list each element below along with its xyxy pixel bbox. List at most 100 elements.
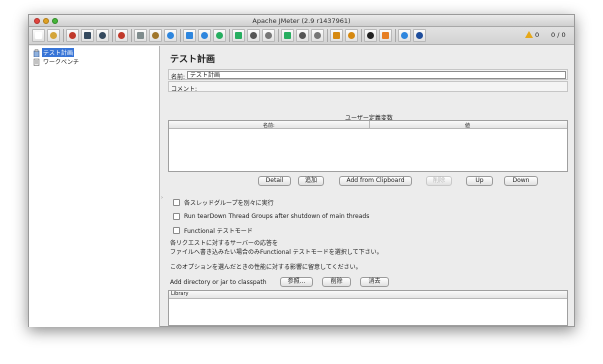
functional-mode-description: ファイルへ書き込みたい場合のみFunctional テストモードを選択して下さい… [170,249,383,256]
remote-start-icon [284,32,291,39]
classpath-label: Add directory or jar to classpath [170,279,267,286]
open-icon [69,32,76,39]
test-plan-panel: テスト計画 名前: テスト計画 コメント: ユーザー定義変数 名前: 値 Det… [166,46,572,327]
performance-note: このオプションを選んだときの性能に対する影響に留意してください。 [170,264,362,271]
warning-icon[interactable] [525,31,533,38]
browse-button[interactable]: 参照... [280,277,313,287]
function-helper-icon [401,32,408,39]
toolbar-separator [180,29,181,42]
collapse-button[interactable] [183,29,196,42]
clear-button[interactable] [330,29,343,42]
save-icon [84,32,91,39]
delete-button[interactable]: 削除 [426,176,452,186]
checkbox[interactable] [173,213,180,220]
library-column-header[interactable]: Library [169,291,567,299]
open-button[interactable] [66,29,79,42]
name-label: 名前: [171,74,186,81]
help-icon [416,32,423,39]
stop-icon [250,32,257,39]
cut-button[interactable] [115,29,128,42]
detail-button[interactable]: Detail [258,176,291,186]
save-button[interactable] [81,29,94,42]
table-header: 名前: 値 [169,121,567,129]
reset-search-button[interactable] [379,29,392,42]
paste-button[interactable] [149,29,162,42]
tree-item-label: ワークベンチ [43,59,80,66]
save-as-button[interactable] [96,29,109,42]
templates-icon [50,32,57,39]
library-table[interactable]: Library [168,290,568,326]
tree-item-workbench[interactable]: ワークベンチ [33,57,80,66]
tree-item-label: テスト計画 [42,48,75,57]
shutdown-button[interactable] [262,29,275,42]
start-button[interactable] [213,29,226,42]
window-title: Apache JMeter (2.9 r1437961) [252,17,351,25]
remote-stop-icon [299,32,306,39]
templates-button[interactable] [47,29,60,42]
serialize-thread-groups-option[interactable]: 各スレッドグループを別々に実行 [173,198,274,207]
teardown-on-shutdown-option[interactable]: Run tearDown Thread Groups after shutdow… [173,212,369,221]
down-button[interactable]: Down [504,176,538,186]
expand-icon [167,32,174,39]
tree-item-test-plan[interactable]: テスト計画 [33,48,75,57]
column-header-value[interactable]: 値 [465,122,470,129]
toolbar-separator [131,29,132,42]
search-icon [367,32,374,39]
checkbox[interactable] [173,227,180,234]
check-label: 各スレッドグループを別々に実行 [184,200,274,207]
jmeter-window: Apache JMeter (2.9 r1437961) 0 0 / 0 テスト… [28,14,575,327]
name-field[interactable]: テスト計画 [187,71,566,79]
page-title: テスト計画 [170,55,216,65]
classpath-clear-button[interactable]: 消去 [360,277,389,287]
title-bar: Apache JMeter (2.9 r1437961) [29,15,574,27]
toolbar-separator [278,29,279,42]
start-no-pause-button[interactable] [232,29,245,42]
clear-all-icon [348,32,355,39]
add-button[interactable]: 追加 [298,176,324,186]
start-icon [216,32,223,39]
remote-shutdown-button[interactable] [311,29,324,42]
warning-count: 0 [535,31,540,39]
stop-button[interactable] [247,29,260,42]
name-row: 名前: テスト計画 [168,69,568,81]
paste-icon [152,32,159,39]
test-tree: テスト計画 ワークベンチ [29,46,160,327]
functional-test-mode-option[interactable]: Functional テストモード [173,226,253,235]
user-variables-table[interactable]: 名前: 値 [168,120,568,172]
column-header-name[interactable]: 名前: [263,122,275,129]
start-no-pause-icon [235,32,242,39]
remote-shutdown-icon [314,32,321,39]
remote-stop-button[interactable] [296,29,309,42]
comment-row[interactable]: コメント: [168,81,568,93]
toolbar-separator [229,29,230,42]
functional-mode-description: 各リクエストに対するサーバーの応答を [170,240,278,247]
remote-start-button[interactable] [281,29,294,42]
toggle-button[interactable] [198,29,211,42]
clear-all-button[interactable] [345,29,358,42]
search-button[interactable] [364,29,377,42]
split-pane-divider[interactable]: › [161,195,163,201]
workbench-icon [33,58,40,66]
checkbox[interactable] [173,199,180,206]
toolbar-separator [112,29,113,42]
expand-button[interactable] [164,29,177,42]
classpath-delete-button[interactable]: 削除 [322,277,351,287]
active-threads: 0 / 0 [551,31,566,39]
column-divider[interactable] [369,121,370,129]
save-as-icon [99,32,106,39]
cut-icon [118,32,125,39]
up-button[interactable]: Up [466,176,493,186]
add-from-clipboard-button[interactable]: Add from Clipboard [339,176,412,186]
toggle-icon [201,32,208,39]
copy-icon [137,32,144,39]
new-icon [35,32,42,39]
collapse-icon [186,32,193,39]
toolbar-separator [395,29,396,42]
reset-search-icon [382,32,389,39]
toolbar-separator [327,29,328,42]
help-button[interactable] [413,29,426,42]
function-helper-button[interactable] [398,29,411,42]
copy-button[interactable] [134,29,147,42]
new-button[interactable] [32,29,45,42]
test-plan-icon [33,48,40,57]
